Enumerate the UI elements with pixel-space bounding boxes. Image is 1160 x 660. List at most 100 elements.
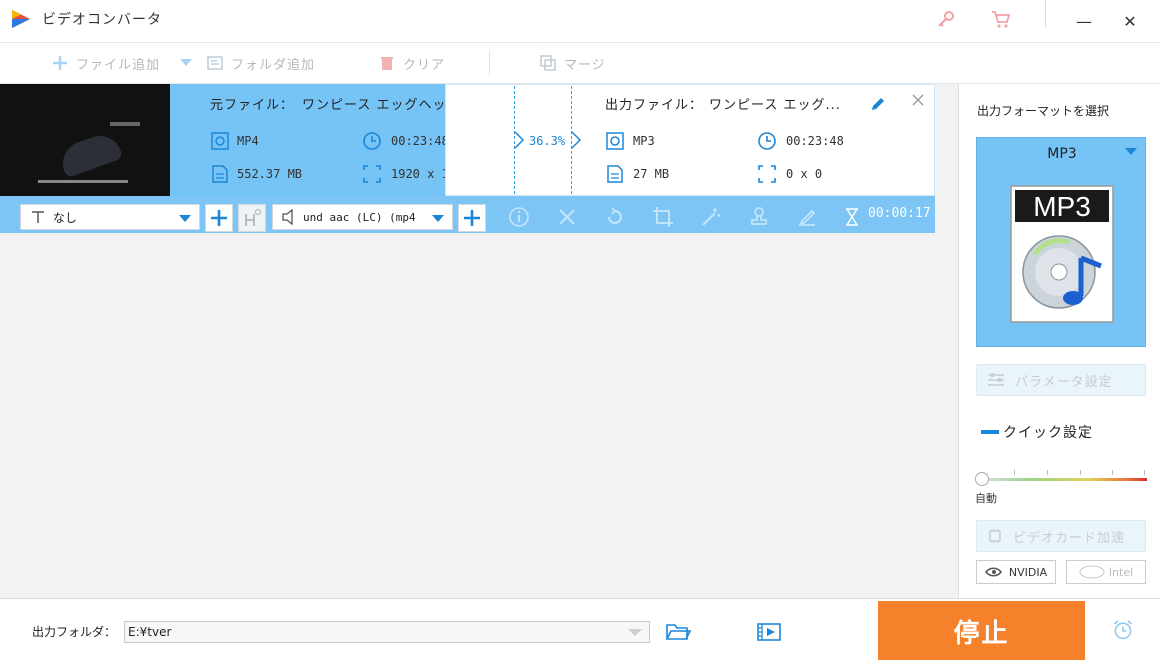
hourglass-icon	[846, 208, 858, 226]
resolution-icon	[363, 165, 381, 183]
video-folder-icon[interactable]	[756, 621, 782, 643]
thumbnail-detail	[110, 122, 140, 126]
plus-icon	[211, 210, 227, 226]
subtitle-edit-icon[interactable]	[796, 206, 818, 228]
output-format-selector[interactable]: MP3 MP3	[976, 137, 1146, 347]
nvidia-toggle[interactable]: NVIDIA	[976, 560, 1056, 584]
format-icon-text: MP3	[1033, 191, 1091, 222]
audio-track-value: und aac (LC) (mp4	[303, 210, 416, 224]
cart-icon[interactable]	[990, 8, 1012, 30]
output-duration: 00:23:48	[786, 134, 844, 148]
quality-slider-thumb[interactable]	[975, 472, 989, 486]
cut-icon[interactable]	[556, 206, 578, 228]
format-panel: 出力フォーマットを選択 MP3 MP3 パラメータ設定 クイック設定 自動 ビデ…	[958, 84, 1160, 598]
toolbar: ファイル追加 フォルダ追加 クリア マージ	[0, 42, 1160, 84]
hardsub-h-icon	[245, 208, 262, 226]
key-icon[interactable]	[935, 8, 957, 30]
mp3-file-icon: MP3	[1010, 185, 1114, 323]
minimize-button[interactable]: —	[1064, 6, 1104, 36]
alarm-clock-icon[interactable]	[1110, 619, 1136, 641]
gpu-acceleration-button[interactable]: ビデオカード加速	[976, 520, 1146, 552]
progress-percent: 36.3%	[529, 134, 566, 148]
remaining-time: 00:00:17	[868, 206, 931, 221]
nvidia-label: NVIDIA	[1008, 565, 1048, 579]
file-size-icon	[607, 165, 623, 183]
subtitle-value: なし	[53, 210, 78, 225]
app-logo-icon	[12, 10, 30, 28]
output-format: MP3	[633, 134, 655, 148]
slider-tick	[1080, 470, 1081, 475]
gpu-acceleration-label: ビデオカード加速	[1013, 530, 1126, 546]
toolbar-separator	[489, 51, 490, 75]
info-icon[interactable]	[508, 206, 530, 228]
output-filename: ワンピース エッグ...	[709, 98, 841, 113]
quality-slider-label: 自動	[975, 492, 997, 505]
clock-icon	[363, 132, 381, 150]
parameter-settings-button[interactable]: パラメータ設定	[976, 364, 1146, 396]
video-thumbnail[interactable]	[0, 84, 170, 196]
app-title: ビデオコンバータ	[42, 12, 162, 28]
thumbnail-detail	[38, 180, 128, 183]
thumbnail-detail	[56, 129, 124, 179]
add-file-button[interactable]: ファイル追加	[52, 43, 160, 83]
sliders-icon	[987, 372, 1005, 388]
output-size: 27 MB	[633, 167, 670, 181]
trash-icon	[379, 55, 395, 71]
add-audio-button[interactable]	[458, 204, 486, 232]
intel-logo-icon	[1079, 565, 1105, 579]
file-item[interactable]: 元ファイル： ワンピース エッグヘッド... MP4 00:23:48 552.…	[0, 84, 935, 196]
folder-icon	[207, 55, 223, 71]
file-size-icon	[212, 165, 228, 183]
resolution-icon	[758, 165, 776, 183]
chip-icon	[987, 528, 1003, 544]
hardsub-button[interactable]	[238, 204, 266, 232]
format-icon	[606, 132, 624, 150]
audio-track-dropdown[interactable]: und aac (LC) (mp4	[272, 204, 453, 230]
add-file-dropdown[interactable]	[180, 43, 192, 83]
close-window-button[interactable]: ✕	[1110, 6, 1150, 36]
stop-button[interactable]: 停止	[878, 601, 1085, 660]
subtitle-dropdown[interactable]: なし	[20, 204, 200, 230]
remove-item-icon[interactable]	[908, 90, 928, 110]
effects-wand-icon[interactable]	[700, 206, 722, 228]
output-folder-input[interactable]	[124, 621, 650, 643]
selected-format-name: MP3	[1047, 146, 1077, 162]
file-list: 元ファイル： ワンピース エッグヘッド... MP4 00:23:48 552.…	[0, 84, 958, 598]
output-folder-label: 出力フォルダ：	[32, 625, 117, 639]
source-size: 552.37 MB	[237, 167, 303, 181]
quick-settings-label: クイック設定	[1003, 425, 1093, 441]
edit-pencil-icon[interactable]	[868, 94, 888, 114]
add-folder-button[interactable]: フォルダ追加	[207, 43, 315, 83]
intel-label: Intel	[1108, 565, 1134, 579]
slider-tick	[1112, 470, 1113, 475]
text-t-icon	[32, 211, 44, 223]
speaker-icon	[282, 209, 293, 225]
chevron-down-icon	[179, 215, 191, 222]
slider-tick	[1047, 470, 1048, 475]
slider-tick	[1144, 470, 1145, 475]
crop-icon[interactable]	[652, 206, 674, 228]
plus-icon	[52, 55, 68, 71]
open-folder-icon[interactable]	[665, 621, 691, 643]
merge-icon	[540, 55, 556, 71]
format-panel-title: 出力フォーマットを選択	[977, 104, 1110, 118]
quick-settings-icon	[981, 430, 999, 434]
bottom-bar: 出力フォルダ： 停止	[0, 598, 1160, 660]
quality-slider-track[interactable]	[981, 478, 1147, 481]
merge-button[interactable]: マージ	[540, 43, 606, 83]
chevron-down-icon	[432, 215, 444, 222]
source-label: 元ファイル：	[210, 98, 295, 113]
chevron-down-icon[interactable]	[628, 629, 642, 636]
slider-tick	[1014, 470, 1015, 475]
rotate-icon[interactable]	[604, 206, 626, 228]
intel-toggle[interactable]: Intel	[1066, 560, 1146, 584]
clock-icon	[758, 132, 776, 150]
format-icon	[211, 132, 229, 150]
parameter-settings-label: パラメータ設定	[1015, 374, 1113, 390]
chevron-right-icon	[571, 131, 582, 149]
chevron-down-icon	[1125, 148, 1137, 155]
add-subtitle-button[interactable]	[205, 204, 233, 232]
watermark-stamp-icon[interactable]	[748, 206, 770, 228]
source-format: MP4	[237, 134, 259, 148]
clear-button[interactable]: クリア	[379, 43, 445, 83]
